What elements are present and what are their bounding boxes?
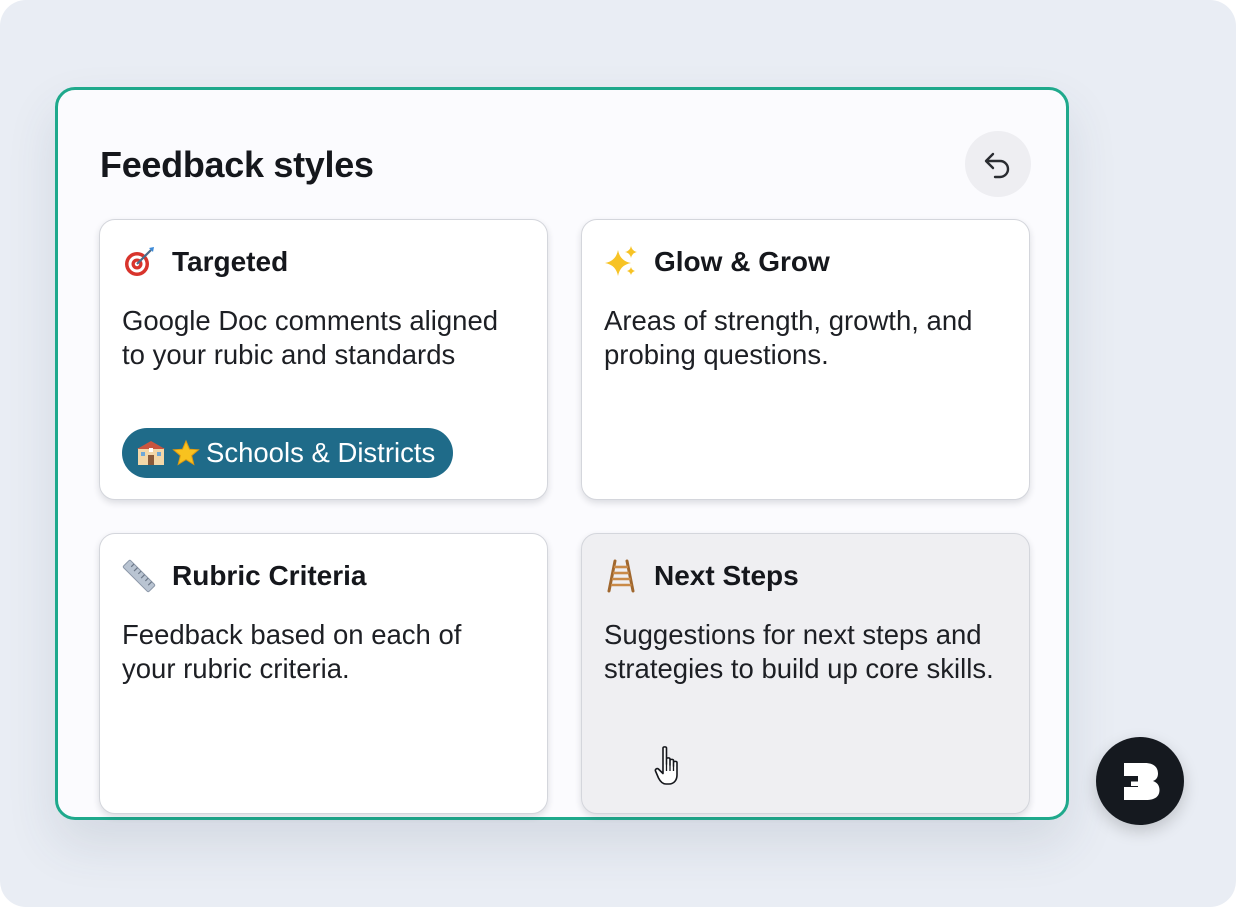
ruler-icon <box>122 559 156 593</box>
card-rubric-criteria[interactable]: Rubric Criteria Feedback based on each o… <box>99 533 548 814</box>
card-title: Rubric Criteria <box>172 560 367 591</box>
star-icon <box>172 439 200 467</box>
pointer-hand-icon <box>654 746 678 785</box>
target-dart-icon <box>122 245 156 279</box>
card-description: Areas of strength, growth, and probing q… <box>604 305 973 370</box>
school-icon <box>136 439 166 467</box>
feedback-styles-panel: Feedback styles Targeted Google Doc comm… <box>55 87 1069 820</box>
panel-title: Feedback styles <box>100 144 374 185</box>
card-title: Targeted <box>172 246 289 277</box>
sparkles-icon <box>604 245 638 279</box>
card-description: Suggestions for next steps and strategie… <box>604 619 994 684</box>
card-title: Glow & Grow <box>654 246 830 277</box>
brisk-launcher-button[interactable] <box>1096 737 1184 825</box>
card-next-steps[interactable]: Next Steps Suggestions for next steps an… <box>581 533 1030 814</box>
card-description: Feedback based on each of your rubric cr… <box>122 619 462 684</box>
undo-arrow-icon <box>984 152 1010 179</box>
back-button[interactable] <box>965 131 1031 197</box>
card-targeted[interactable]: Targeted Google Doc comments aligned to … <box>99 219 548 500</box>
card-description: Google Doc comments aligned to your rubi… <box>122 305 499 370</box>
ladder-icon <box>604 559 638 593</box>
schools-districts-badge[interactable]: Schools & Districts <box>122 428 454 478</box>
card-glow-grow[interactable]: Glow & Grow Areas of strength, growth, a… <box>581 219 1030 500</box>
page-background: Feedback styles Targeted Google Doc comm… <box>0 0 1236 907</box>
card-title: Next Steps <box>654 560 799 591</box>
brisk-logo-icon <box>1124 763 1160 800</box>
badge-label: Schools & Districts <box>206 437 436 468</box>
